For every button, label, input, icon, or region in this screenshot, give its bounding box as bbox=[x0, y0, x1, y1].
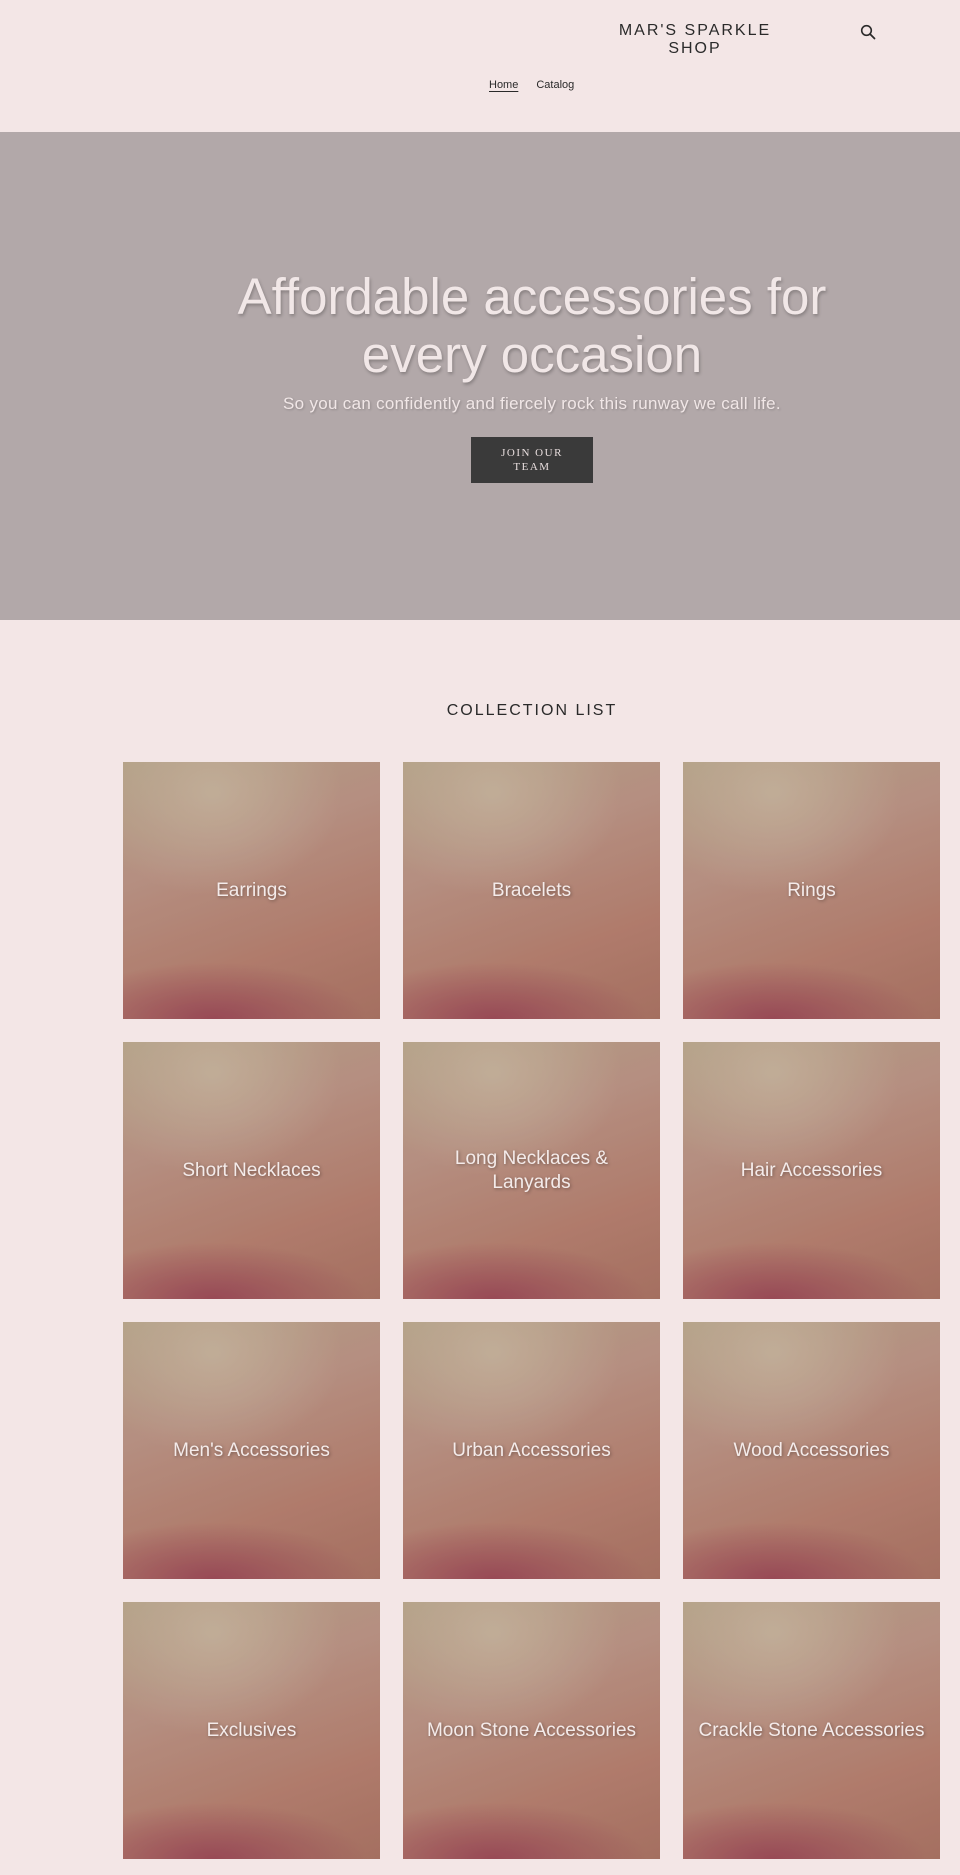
collection-card-wood-accessories[interactable]: Wood Accessories bbox=[683, 1322, 940, 1579]
collection-card-urban-accessories[interactable]: Urban Accessories bbox=[403, 1322, 660, 1579]
collection-card-earrings[interactable]: Earrings bbox=[123, 762, 380, 1019]
collection-card-long-necklaces[interactable]: Long Necklaces & Lanyards bbox=[403, 1042, 660, 1299]
site-header: MAR'S SPARKLE SHOP Home Catalog bbox=[0, 0, 960, 132]
collection-card-label: Earrings bbox=[216, 879, 287, 901]
nav-catalog[interactable]: Catalog bbox=[536, 79, 574, 91]
collection-card-hair-accessories[interactable]: Hair Accessories bbox=[683, 1042, 940, 1299]
collection-card-label: Bracelets bbox=[491, 879, 572, 901]
collection-card-label: Long Necklaces & Lanyards bbox=[454, 1147, 609, 1193]
collection-card-rings[interactable]: Rings bbox=[683, 762, 940, 1019]
collection-card-bracelets[interactable]: Bracelets bbox=[403, 762, 660, 1019]
collection-card-crackle-stone[interactable]: Crackle Stone Accessories bbox=[683, 1602, 940, 1859]
collection-card-label: Short Necklaces bbox=[182, 1159, 321, 1181]
collection-card-mens-accessories[interactable]: Men's Accessories bbox=[123, 1322, 380, 1579]
hero-title: Affordable accessories for every occasio… bbox=[237, 268, 827, 383]
collection-card-label: Moon Stone Accessories bbox=[426, 1719, 637, 1741]
collection-card-label: Men's Accessories bbox=[173, 1439, 330, 1461]
hero-banner: Affordable accessories for every occasio… bbox=[0, 132, 960, 620]
collection-card-label: Rings bbox=[787, 879, 836, 901]
collection-card-label: Exclusives bbox=[206, 1719, 297, 1741]
hero-subtitle: So you can confidently and fiercely rock… bbox=[283, 394, 781, 413]
search-icon[interactable] bbox=[860, 24, 880, 44]
collection-card-exclusives[interactable]: Exclusives bbox=[123, 1602, 380, 1859]
collection-card-label: Hair Accessories bbox=[740, 1159, 883, 1181]
join-our-team-button[interactable]: JOIN OUR TEAM bbox=[471, 437, 593, 483]
shop-logo[interactable]: MAR'S SPARKLE SHOP bbox=[600, 22, 790, 58]
collection-card-label: Urban Accessories bbox=[452, 1439, 611, 1461]
collection-card-label: Crackle Stone Accessories bbox=[698, 1719, 925, 1741]
main-nav: Home Catalog bbox=[489, 79, 574, 91]
collection-card-label: Wood Accessories bbox=[733, 1439, 890, 1461]
collection-card-short-necklaces[interactable]: Short Necklaces bbox=[123, 1042, 380, 1299]
collection-grid: Earrings Bracelets Rings Short Necklaces… bbox=[123, 762, 940, 1859]
nav-home[interactable]: Home bbox=[489, 79, 518, 91]
collection-card-moon-stone[interactable]: Moon Stone Accessories bbox=[403, 1602, 660, 1859]
collection-list-title: COLLECTION LIST bbox=[446, 702, 618, 719]
